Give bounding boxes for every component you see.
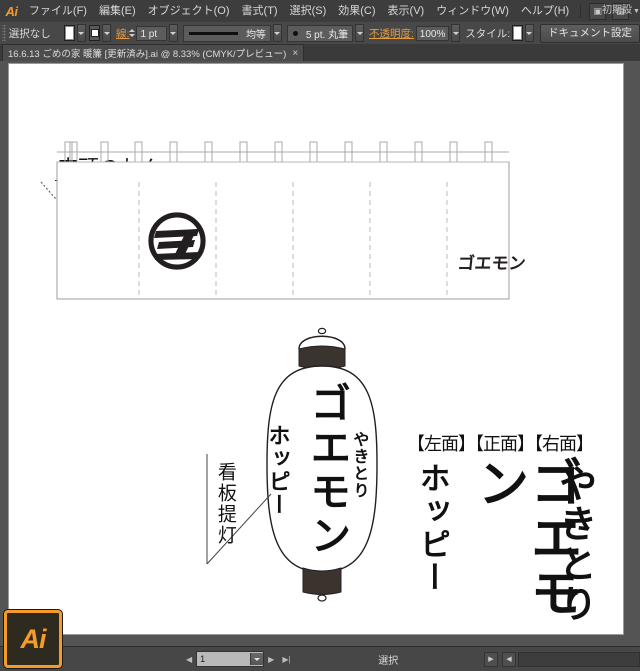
menu-file[interactable]: ファイル(F) bbox=[23, 0, 93, 22]
control-bar-grip[interactable] bbox=[2, 25, 6, 41]
zoom-dropdown-icon[interactable] bbox=[250, 653, 264, 665]
first-page-icon[interactable]: ◀ bbox=[182, 655, 196, 664]
stroke-label[interactable]: 線: bbox=[116, 26, 129, 41]
stroke-swatch[interactable] bbox=[89, 25, 101, 41]
menu-window[interactable]: ウィンドウ(W) bbox=[430, 0, 515, 22]
horizontal-scrollbar[interactable] bbox=[518, 651, 640, 667]
fill-dropdown-icon[interactable] bbox=[76, 24, 86, 42]
lantern-left-text: ホッピー bbox=[264, 424, 290, 516]
stroke-weight-dropdown-icon[interactable] bbox=[169, 24, 178, 42]
close-icon[interactable]: × bbox=[292, 48, 298, 59]
style-dropdown-icon[interactable] bbox=[524, 24, 534, 42]
app-logo-icon: Ai bbox=[5, 3, 18, 19]
zoom-level-value: 1 bbox=[200, 654, 206, 664]
stroke-dropdown-icon[interactable] bbox=[102, 24, 112, 42]
menu-help[interactable]: ヘルプ(H) bbox=[515, 0, 575, 22]
menu-view[interactable]: 表示(V) bbox=[382, 0, 431, 22]
brush-combo[interactable]: 5 pt. 丸筆 bbox=[286, 24, 354, 42]
side-right-text: やきとり bbox=[552, 464, 597, 624]
fill-swatch[interactable] bbox=[63, 25, 75, 41]
canvas-area[interactable]: 店頭のれん bbox=[0, 61, 640, 646]
stroke-profile-dropdown-icon[interactable] bbox=[272, 24, 282, 42]
workspace-switcher[interactable]: 初期設 bbox=[602, 0, 638, 22]
stroke-profile-combo[interactable]: 均等 bbox=[182, 24, 271, 42]
status-text: 選択 bbox=[378, 655, 399, 667]
document-tab-title: 16.6.13 ごめの家 暖簾 [更新済み].ai @ 8.33% (CMYK/… bbox=[8, 49, 287, 60]
lantern-front-text: ゴエモン bbox=[302, 382, 351, 558]
document-setup-button[interactable]: ドキュメント設定 bbox=[540, 23, 640, 43]
lantern-right-text: やきとり bbox=[350, 431, 370, 499]
document-tab-bar: 16.6.13 ごめの家 暖簾 [更新済み].ai @ 8.33% (CMYK/… bbox=[0, 44, 640, 62]
svg-text:ゴエモン: ゴエモン bbox=[456, 253, 526, 274]
status-resize-icon[interactable]: ◀ bbox=[502, 651, 516, 667]
brush-value: 5 pt. 丸筆 bbox=[305, 29, 349, 41]
zoom-level-field[interactable]: 1 bbox=[196, 651, 265, 667]
side-left-text: ホッピー bbox=[413, 462, 450, 594]
brush-dropdown-icon[interactable] bbox=[355, 24, 364, 42]
last-page-icon[interactable]: ▶| bbox=[278, 655, 294, 664]
menu-bar: Ai ファイル(F) 編集(E) オブジェクト(O) 書式(T) 選択(S) 効… bbox=[0, 0, 640, 23]
menu-effect[interactable]: 効果(C) bbox=[332, 0, 381, 22]
selection-status: 選択なし bbox=[8, 27, 51, 40]
control-bar: 選択なし 線: 1 pt 均等 5 pt. 丸筆 不透明度: 100% スタイル… bbox=[0, 22, 640, 45]
stroke-profile-preview-icon bbox=[188, 31, 238, 35]
opacity-dropdown-icon[interactable] bbox=[451, 24, 461, 42]
next-page-icon[interactable]: ▶ bbox=[264, 655, 278, 664]
document-tab[interactable]: 16.6.13 ごめの家 暖簾 [更新済み].ai @ 8.33% (CMYK/… bbox=[2, 44, 305, 61]
stroke-weight-input[interactable]: 1 pt bbox=[136, 25, 168, 41]
stroke-weight-stepper[interactable] bbox=[129, 25, 136, 41]
taskbar-app-icon[interactable]: Ai bbox=[4, 610, 62, 668]
brush-preview-icon bbox=[292, 30, 298, 36]
menu-object[interactable]: オブジェクト(O) bbox=[142, 0, 236, 22]
menu-divider bbox=[580, 4, 582, 18]
lantern-callout-label: 看板提灯 bbox=[214, 462, 237, 546]
style-swatch[interactable] bbox=[512, 25, 523, 41]
status-bar: ◀ 1 ▶ ▶| 選択 ▶ ◀ bbox=[0, 646, 640, 671]
opacity-input[interactable]: 100% bbox=[415, 25, 450, 41]
stroke-profile-value: 均等 bbox=[245, 29, 266, 41]
artboard[interactable]: 店頭のれん bbox=[8, 63, 624, 635]
taskbar-app-icon-label: Ai bbox=[20, 623, 47, 654]
status-menu-icon[interactable]: ▶ bbox=[484, 651, 498, 667]
menu-select[interactable]: 選択(S) bbox=[284, 0, 333, 22]
menu-edit[interactable]: 編集(E) bbox=[93, 0, 142, 22]
faces-label: 【左面】【正面】【右面】 bbox=[407, 434, 594, 455]
menu-type[interactable]: 書式(T) bbox=[236, 0, 284, 22]
illustrator-window: Ai ファイル(F) 編集(E) オブジェクト(O) 書式(T) 選択(S) 効… bbox=[0, 0, 640, 671]
style-label: スタイル: bbox=[465, 27, 511, 40]
opacity-label[interactable]: 不透明度: bbox=[369, 26, 414, 41]
